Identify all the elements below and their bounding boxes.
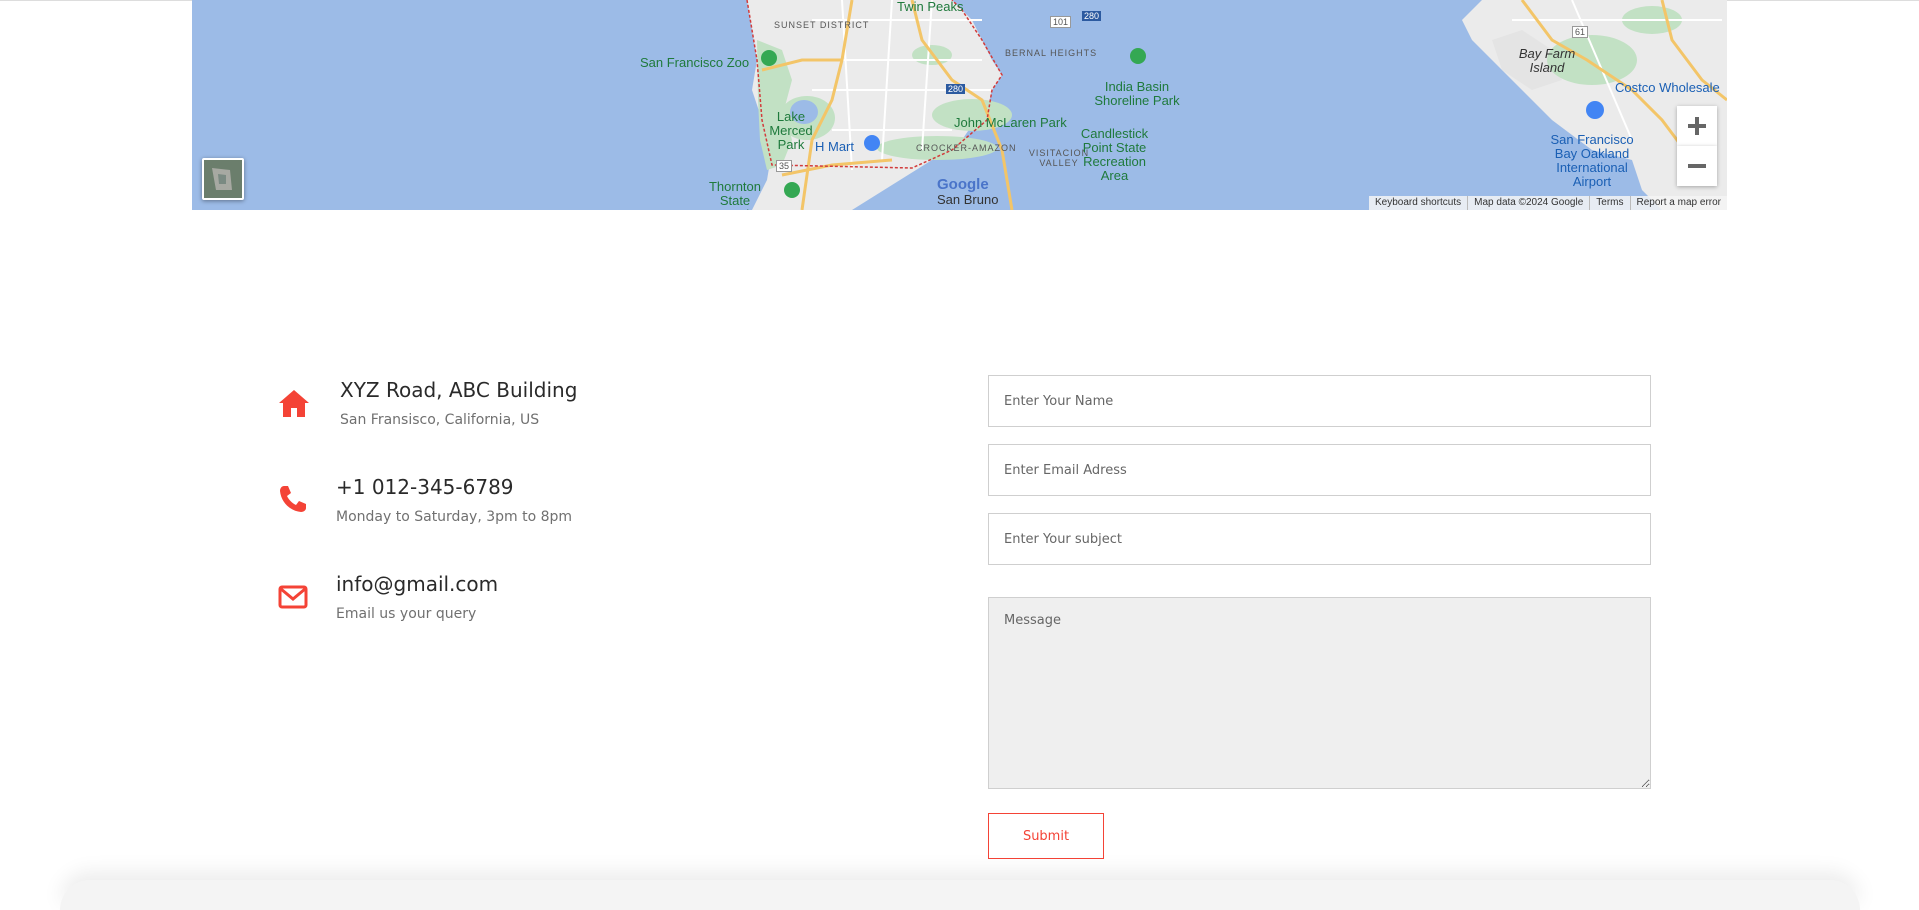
home-icon bbox=[279, 390, 309, 417]
map-data-text: Map data ©2024 Google bbox=[1467, 196, 1589, 210]
phone-subtitle: Monday to Saturday, 3pm to 8pm bbox=[336, 509, 573, 525]
hwy-shield-101: 101 bbox=[1050, 16, 1072, 28]
hwy-shield-61: 61 bbox=[1572, 26, 1589, 38]
map-label-mclaren: John McLaren Park bbox=[954, 115, 1067, 130]
map-label-hmart: H Mart bbox=[815, 139, 854, 154]
satellite-layer-toggle[interactable] bbox=[202, 158, 244, 200]
shop-pin-icon bbox=[864, 135, 880, 151]
map-label-candlestick: Candlestick Point State Recreation Area bbox=[1080, 126, 1149, 183]
plus-icon-vertical bbox=[1695, 117, 1699, 135]
terms-link[interactable]: Terms bbox=[1589, 196, 1629, 210]
beach-pin-icon bbox=[784, 182, 800, 198]
minus-icon bbox=[1688, 164, 1706, 168]
map-label-twin-peaks: Twin Peaks bbox=[897, 0, 964, 14]
keyboard-shortcuts-link[interactable]: Keyboard shortcuts bbox=[1369, 196, 1467, 210]
zoo-pin-icon bbox=[761, 50, 777, 66]
footer-edge bbox=[60, 880, 1860, 910]
phone-title: +1 012-345-6789 bbox=[336, 475, 514, 499]
satellite-thumb-icon bbox=[204, 160, 242, 198]
email-subtitle: Email us your query bbox=[336, 606, 477, 622]
map-label-san-bruno: San Bruno bbox=[937, 192, 999, 207]
subject-input[interactable] bbox=[988, 513, 1651, 565]
park-pin-icon bbox=[1130, 48, 1146, 64]
map-label-bay-farm: Bay Farm Island bbox=[1518, 46, 1576, 75]
map-label-thornton: Thornton State Beach bbox=[708, 179, 762, 211]
zoom-out-button[interactable] bbox=[1677, 146, 1717, 186]
map-label-bernal: BERNAL HEIGHTS bbox=[1005, 48, 1098, 58]
email-input[interactable] bbox=[988, 444, 1651, 496]
map-label-airport: San Francisco Bay Oakland International … bbox=[1550, 132, 1634, 189]
map-label-crocker: CROCKER-AMAZON bbox=[916, 143, 1017, 153]
map-label-costco: Costco Wholesale bbox=[1615, 80, 1720, 95]
hwy-shield-280b: 280 bbox=[946, 84, 966, 94]
phone-icon bbox=[280, 486, 306, 512]
map-label-india-basin: India Basin Shoreline Park bbox=[1094, 79, 1180, 108]
hwy-shield-280a: 280 bbox=[1082, 11, 1102, 21]
address-title: XYZ Road, ABC Building bbox=[340, 378, 578, 402]
airport-pin-icon bbox=[1586, 101, 1604, 119]
name-input[interactable] bbox=[988, 375, 1651, 427]
report-map-error-link[interactable]: Report a map error bbox=[1629, 196, 1727, 210]
address-subtitle: San Fransisco, California, US bbox=[340, 412, 540, 428]
submit-button[interactable]: Submit bbox=[988, 813, 1104, 859]
hwy-shield-35: 35 bbox=[776, 160, 793, 172]
message-textarea[interactable] bbox=[988, 597, 1651, 789]
envelope-icon bbox=[278, 585, 308, 609]
embedded-map[interactable]: Twin Peaks SUNSET DISTRICT San Francisco… bbox=[192, 0, 1727, 210]
map-label-sunset: SUNSET DISTRICT bbox=[774, 20, 870, 30]
google-logo: Google bbox=[937, 176, 989, 193]
email-title: info@gmail.com bbox=[336, 572, 499, 596]
zoom-in-button[interactable] bbox=[1677, 106, 1717, 146]
map-attribution: Keyboard shortcuts Map data ©2024 Google… bbox=[1368, 196, 1727, 210]
map-label-zoo: San Francisco Zoo bbox=[640, 55, 750, 70]
